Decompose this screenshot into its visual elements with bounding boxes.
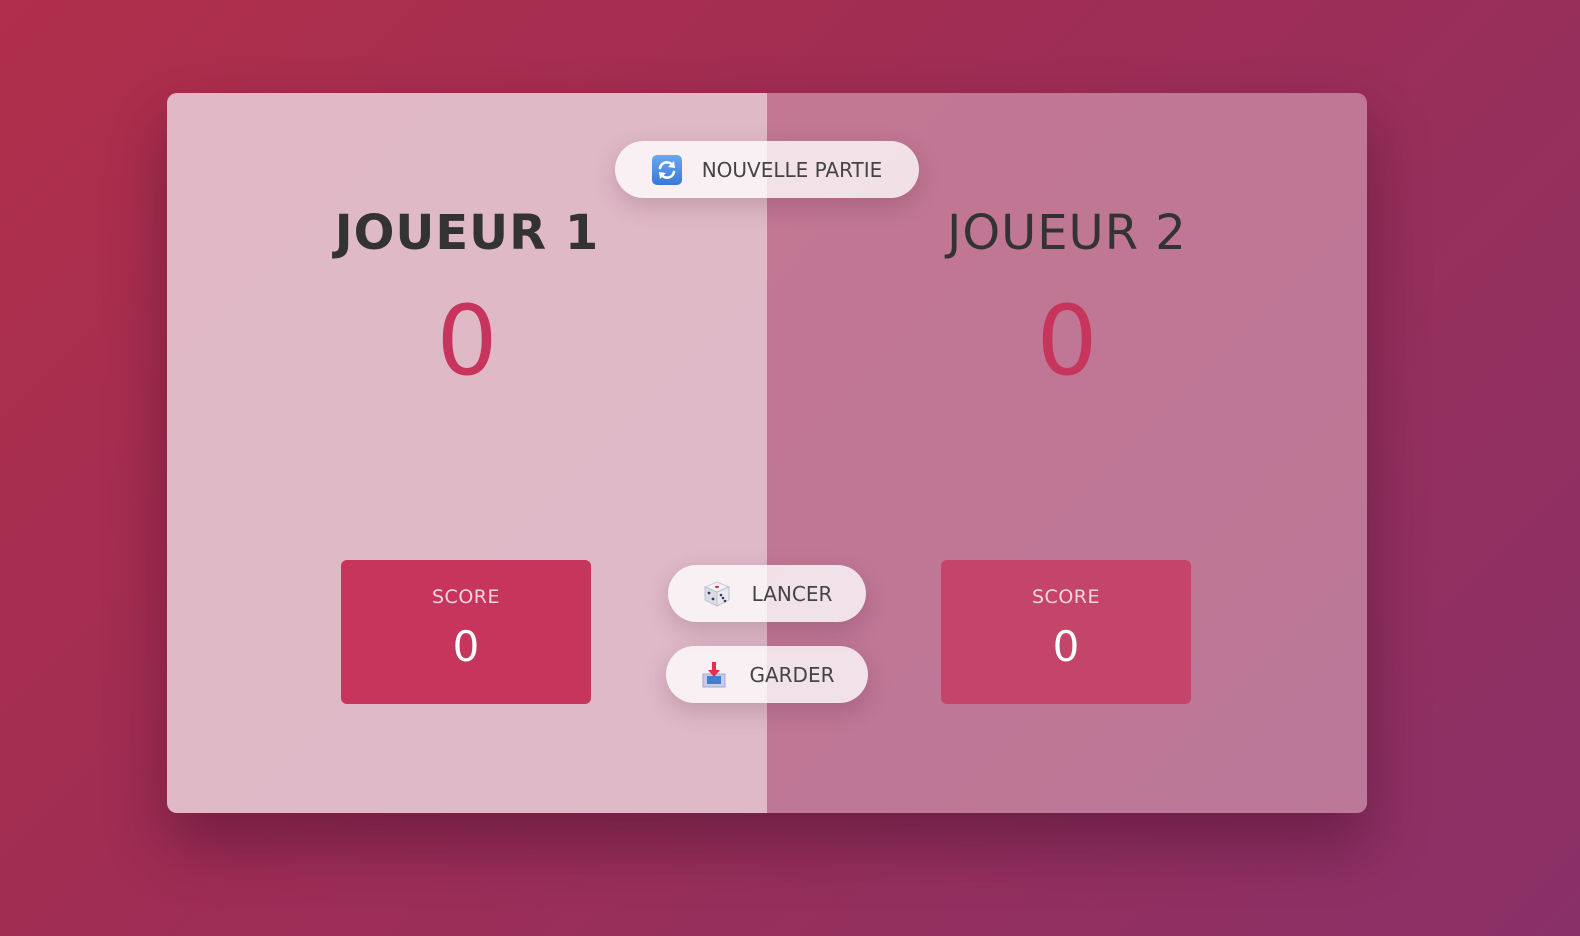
player-1-name: JOUEUR 1 — [334, 205, 600, 261]
player-2-current-box: SCORE 0 — [941, 560, 1191, 704]
hold-label: GARDER — [749, 662, 835, 687]
roll-dice-button[interactable]: LANCER — [668, 565, 866, 622]
player-2-name: JOUEUR 2 — [947, 205, 1187, 261]
player-1-current-label: SCORE — [432, 586, 500, 608]
game-board: JOUEUR 1 0 SCORE 0 JOUEUR 2 0 SCORE 0 NO… — [167, 93, 1367, 813]
player-2-current-score: 0 — [1052, 622, 1080, 671]
new-game-label: NOUVELLE PARTIE — [701, 157, 883, 182]
player-2-total-score: 0 — [1036, 285, 1098, 397]
player-1-current-score: 0 — [452, 622, 480, 671]
player-2-panel: JOUEUR 2 0 SCORE 0 — [767, 93, 1367, 813]
hold-button[interactable]: GARDER — [666, 646, 868, 703]
roll-dice-label: LANCER — [751, 581, 833, 606]
player-1-current-box: SCORE 0 — [341, 560, 591, 704]
player-1-total-score: 0 — [436, 285, 498, 397]
new-game-button[interactable]: NOUVELLE PARTIE — [615, 141, 919, 198]
refresh-icon — [651, 154, 682, 185]
inbox-tray-icon — [699, 660, 729, 690]
player-1-panel: JOUEUR 1 0 SCORE 0 — [167, 93, 767, 813]
player-2-current-label: SCORE — [1032, 586, 1100, 608]
dice-icon — [702, 579, 732, 609]
